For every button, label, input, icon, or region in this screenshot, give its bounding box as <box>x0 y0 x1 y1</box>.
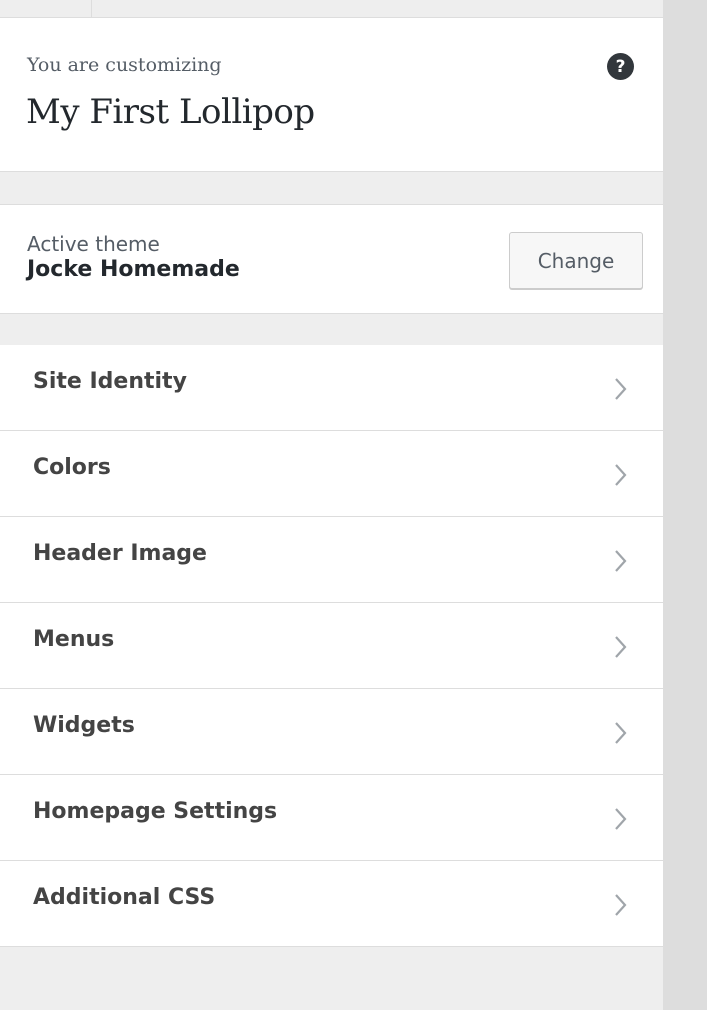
chevron-right-icon <box>615 722 627 744</box>
section-menus[interactable]: Menus <box>0 603 663 689</box>
active-theme-name: Jocke Homemade <box>27 257 240 282</box>
chevron-right-icon <box>615 808 627 830</box>
section-label: Menus <box>33 627 115 652</box>
toolbar-divider <box>91 0 92 18</box>
customizing-preamble: You are customizing <box>27 54 222 76</box>
section-header-image[interactable]: Header Image <box>0 517 663 603</box>
help-icon[interactable]: ? <box>607 53 634 80</box>
section-site-identity[interactable]: Site Identity <box>0 345 663 431</box>
chevron-right-icon <box>615 378 627 400</box>
section-label: Widgets <box>33 713 135 738</box>
chevron-right-icon <box>615 550 627 572</box>
section-label: Header Image <box>33 541 207 566</box>
section-additional-css[interactable]: Additional CSS <box>0 861 663 947</box>
section-colors[interactable]: Colors <box>0 431 663 517</box>
section-homepage-settings[interactable]: Homepage Settings <box>0 775 663 861</box>
chevron-right-icon <box>615 464 627 486</box>
preview-gutter <box>663 0 707 1010</box>
section-widgets[interactable]: Widgets <box>0 689 663 775</box>
active-theme-label: Active theme <box>27 232 160 256</box>
section-label: Colors <box>33 455 111 480</box>
section-label: Additional CSS <box>33 885 216 910</box>
section-label: Site Identity <box>33 369 187 394</box>
customize-info: You are customizing My First Lollipop ? <box>0 18 663 172</box>
chevron-right-icon <box>615 636 627 658</box>
site-title: My First Lollipop <box>26 92 315 132</box>
section-label: Homepage Settings <box>33 799 278 824</box>
change-theme-button[interactable]: Change <box>509 232 643 289</box>
active-theme-section: Active theme Jocke Homemade Change <box>0 204 663 314</box>
customizer-panel: You are customizing My First Lollipop ? … <box>0 18 663 1010</box>
top-toolbar-strip <box>0 0 663 18</box>
chevron-right-icon <box>615 894 627 916</box>
customizer-sections: Site Identity Colors Header Image Menus … <box>0 345 663 947</box>
